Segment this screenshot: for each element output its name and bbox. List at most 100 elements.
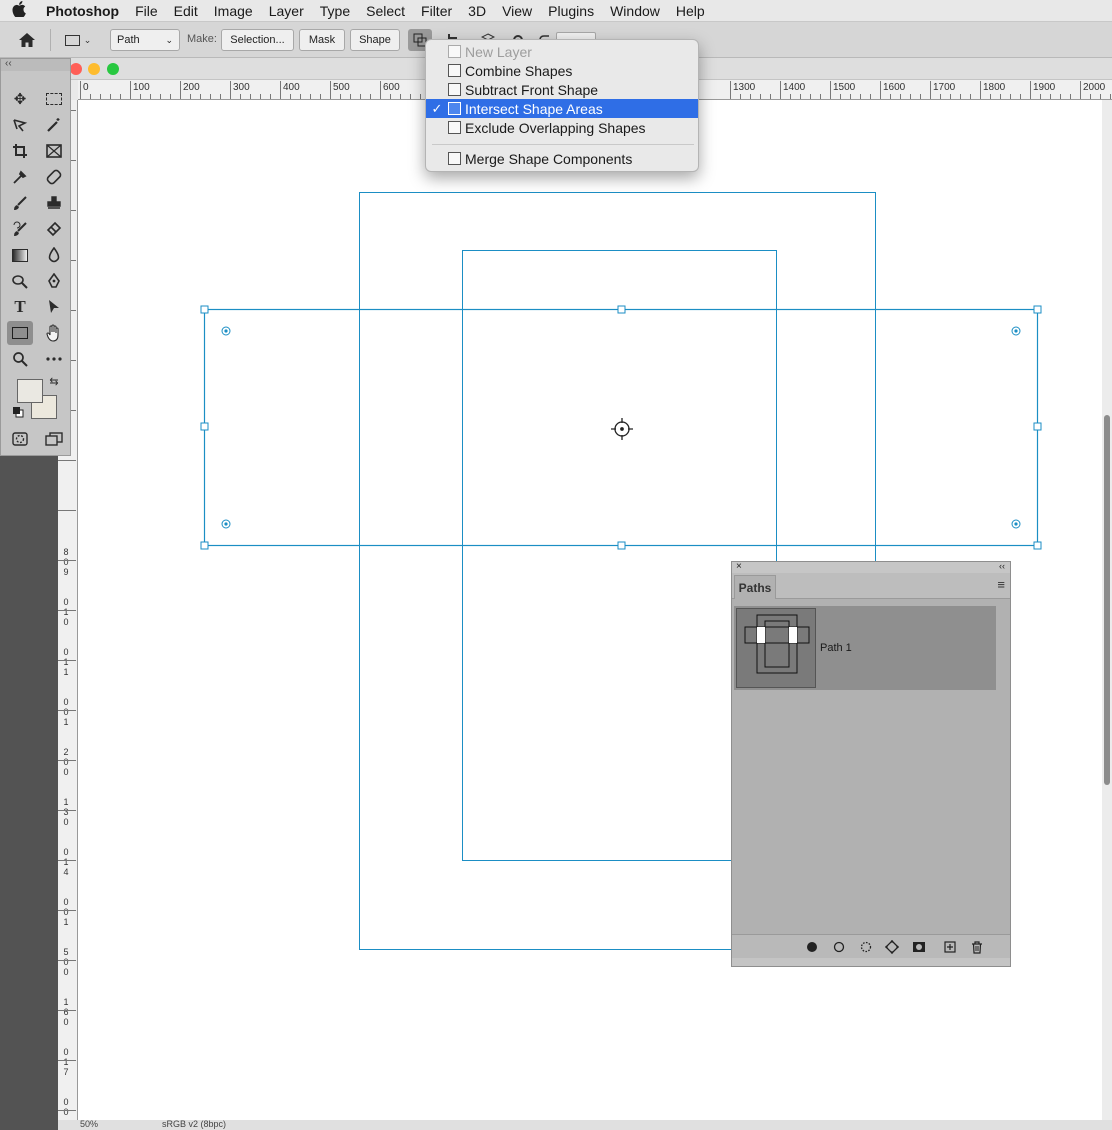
make-selection-button[interactable]: Selection...	[221, 29, 294, 51]
menu-select[interactable]: Select	[358, 0, 413, 22]
path-selection-icon[interactable]	[41, 295, 67, 319]
type-tool-icon[interactable]: T	[7, 295, 33, 319]
menu-view[interactable]: View	[494, 0, 540, 22]
ruler-minor-tick	[300, 94, 301, 99]
load-path-as-selection-icon[interactable]	[857, 939, 875, 955]
collapse-panel-icon[interactable]: ‹‹	[999, 561, 1005, 571]
ruler-minor-tick	[850, 94, 851, 99]
new-layer-icon	[448, 45, 461, 58]
menu-item-merge-shape-components[interactable]: Merge Shape Components	[426, 149, 698, 168]
ruler-label: 7	[63, 1067, 69, 1077]
apple-menu-icon[interactable]	[0, 0, 38, 21]
ruler-minor-tick	[420, 94, 421, 99]
close-window-button[interactable]	[70, 63, 82, 75]
menu-item-exclude-overlapping-shapes[interactable]: Exclude Overlapping Shapes	[426, 118, 698, 137]
ruler-minor-tick	[160, 94, 161, 99]
ruler-minor-tick	[840, 94, 841, 99]
history-brush-icon[interactable]	[7, 217, 33, 241]
menu-edit[interactable]: Edit	[166, 0, 206, 22]
blur-tool-icon[interactable]	[41, 243, 67, 267]
quick-mask-icon[interactable]	[7, 427, 33, 451]
ruler-minor-tick	[940, 94, 941, 99]
ruler-minor-tick	[760, 94, 761, 99]
eraser-icon[interactable]	[41, 217, 67, 241]
menu-type[interactable]: Type	[312, 0, 358, 22]
fill-path-icon[interactable]	[803, 939, 821, 955]
screen-mode-icon[interactable]	[41, 427, 67, 451]
close-icon[interactable]: ×	[736, 561, 742, 572]
ruler-minor-tick	[100, 94, 101, 99]
menu-item-combine-shapes[interactable]: Combine Shapes	[426, 61, 698, 80]
delete-path-icon[interactable]	[968, 939, 986, 955]
ruler-tick	[930, 81, 931, 99]
menu-item-new-layer: New Layer	[426, 42, 698, 61]
panel-resize-grip[interactable]	[732, 958, 1010, 966]
zoom-level[interactable]: 50%	[80, 1120, 98, 1129]
tab-paths[interactable]: Paths	[734, 575, 776, 599]
tool-preset-picker[interactable]: ⌄	[58, 29, 98, 51]
menu-3d[interactable]: 3D	[460, 0, 494, 22]
more-tools-icon[interactable]	[41, 347, 67, 371]
menu-item-intersect-shape-areas[interactable]: ✓ Intersect Shape Areas	[426, 99, 698, 118]
ruler-tick	[130, 81, 131, 99]
eyedropper-icon[interactable]	[7, 165, 33, 189]
swap-colors-icon[interactable]: ⇆	[45, 373, 63, 389]
menu-help[interactable]: Help	[668, 0, 713, 22]
divider	[50, 29, 51, 51]
foreground-color-swatch-front[interactable]	[17, 379, 43, 403]
ruler-minor-tick	[340, 94, 341, 99]
panel-menu-icon[interactable]: ≡	[997, 577, 1005, 592]
menu-image[interactable]: Image	[206, 0, 261, 22]
panel-tab-bar: Paths ≡	[732, 573, 1010, 599]
hand-tool-icon[interactable]	[41, 321, 67, 345]
dodge-tool-icon[interactable]	[7, 269, 33, 293]
gradient-tool-icon[interactable]	[7, 243, 33, 267]
zoom-window-button[interactable]	[107, 63, 119, 75]
frame-tool-icon[interactable]	[41, 139, 67, 163]
path-row[interactable]: Path 1	[734, 606, 996, 690]
menu-item-label: Subtract Front Shape	[465, 81, 599, 98]
make-work-path-icon[interactable]	[883, 939, 901, 955]
zoom-tool-icon[interactable]	[7, 347, 33, 371]
tool-mode-select[interactable]: Path ⌄	[110, 29, 180, 51]
stroke-path-icon[interactable]	[830, 939, 848, 955]
path-thumbnail	[736, 608, 816, 688]
magic-wand-icon[interactable]	[41, 113, 67, 137]
reference-point-icon[interactable]	[611, 418, 633, 440]
menu-item-subtract-front-shape[interactable]: Subtract Front Shape	[426, 80, 698, 99]
marquee-tool-icon[interactable]	[41, 87, 67, 111]
menu-window[interactable]: Window	[602, 0, 668, 22]
menu-plugins[interactable]: Plugins	[540, 0, 602, 22]
healing-brush-icon[interactable]	[41, 165, 67, 189]
document-profile[interactable]: sRGB v2 (8bpc)	[162, 1120, 226, 1129]
clone-stamp-icon[interactable]	[41, 191, 67, 215]
intersect-shape-areas-icon	[448, 102, 461, 115]
lasso-tool-icon[interactable]	[7, 113, 33, 137]
minimize-window-button[interactable]	[88, 63, 100, 75]
ruler-label: 1900	[1033, 82, 1056, 93]
rectangle-tool-icon[interactable]	[7, 321, 33, 345]
crop-tool-icon[interactable]	[7, 139, 33, 163]
menu-file[interactable]: File	[127, 0, 166, 22]
move-tool-icon[interactable]: ✥	[7, 87, 33, 111]
vertical-scrollbar-thumb[interactable]	[1104, 415, 1110, 785]
ruler-minor-tick	[1000, 94, 1001, 99]
vertical-scrollbar[interactable]	[1102, 100, 1112, 1120]
make-label: Make:	[187, 33, 217, 45]
path-name[interactable]: Path 1	[820, 642, 852, 654]
toolbox-collapse-button[interactable]: ‹‹	[1, 59, 70, 71]
ruler-minor-tick	[150, 94, 151, 99]
make-shape-button[interactable]: Shape	[350, 29, 400, 51]
add-mask-icon[interactable]	[910, 939, 928, 955]
make-mask-button[interactable]: Mask	[299, 29, 345, 51]
home-icon[interactable]	[15, 29, 39, 51]
menu-layer[interactable]: Layer	[261, 0, 312, 22]
default-colors-icon[interactable]	[11, 405, 25, 419]
ruler-minor-tick	[1040, 94, 1041, 99]
new-path-icon[interactable]	[941, 939, 959, 955]
menu-app-photoshop[interactable]: Photoshop	[38, 0, 127, 22]
brush-tool-icon[interactable]	[7, 191, 33, 215]
subtract-front-shape-icon	[448, 83, 461, 96]
pen-tool-icon[interactable]	[41, 269, 67, 293]
menu-filter[interactable]: Filter	[413, 0, 460, 22]
